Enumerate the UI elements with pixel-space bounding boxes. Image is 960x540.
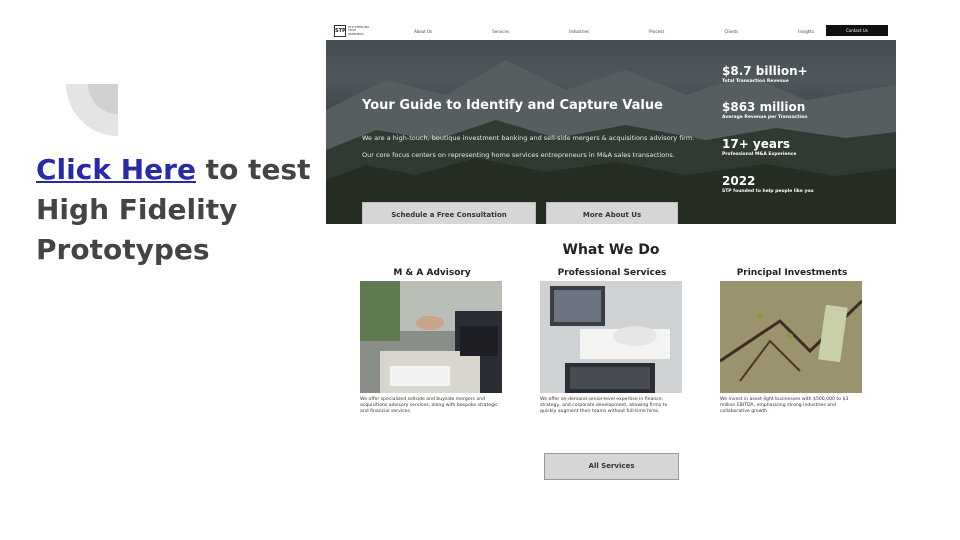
click-here-link[interactable]: Click Here [36,153,196,186]
stat-label: Total Transaction Revenue [722,79,789,84]
decorative-shape [66,84,118,136]
stat-average: $863 million Average Revenue per Transac… [722,100,807,120]
card-description: We offer on-demand senior-level expertis… [540,397,668,414]
nav-item-clients[interactable]: Clients [724,29,738,34]
logo-text: STP STERLING TRUE PARTNERS [348,24,370,36]
card-principal-investments[interactable]: Principal Investments We invest in asset… [720,268,864,415]
nav-item-services[interactable]: Services [492,29,509,34]
stat-label: Professional M&A Experience [722,152,797,157]
hero-section: Your Guide to Identify and Capture Value… [326,40,896,224]
stat-value: 2022 [722,174,756,188]
card-title: Professional Services [557,268,667,278]
what-we-do-title: What We Do [562,242,660,258]
contact-us-button[interactable]: Contact Us [826,25,888,36]
card-description: We offer specialized sellside and buysid… [360,397,498,414]
money-tree-image [720,281,862,393]
stat-value: $863 million [722,100,806,114]
laptop-work-image [540,281,682,393]
nav-item-about[interactable]: About Us [414,29,432,34]
site-navbar: STP STP STERLING TRUE PARTNERS About Us … [326,22,896,40]
nav-item-process[interactable]: Process [649,29,664,34]
hero-paragraph-1: We are a high-touch, boutique investment… [362,134,695,142]
hero-title: Your Guide to Identify and Capture Value [362,98,663,113]
hero-paragraph-2: Our core focus centers on representing h… [362,151,675,159]
all-services-button[interactable]: All Services [544,453,679,480]
card-ma-advisory[interactable]: M & A Advisory We offer specialized sell… [360,268,504,415]
more-about-us-button[interactable]: More About Us [546,202,678,224]
nav-item-industries[interactable]: Industries [569,29,589,34]
logo-mark-icon: STP [334,25,346,37]
stat-label: STP founded to help people like you [722,189,814,194]
site-logo[interactable]: STP STP STERLING TRUE PARTNERS [334,25,370,37]
card-description: We invest in asset-light businesses with… [720,397,849,414]
slide-heading: Click Here to test High Fidelity Prototy… [36,150,336,270]
card-title: M & A Advisory [393,268,471,278]
handshake-image [360,281,502,393]
stat-experience: 17+ years Professional M&A Experience [722,137,796,157]
stat-value: 17+ years [722,137,791,151]
nav-item-insights[interactable]: Insights [798,29,814,34]
stat-revenue: $8.7 billion+ Total Transaction Revenue [722,64,808,84]
stat-label: Average Revenue per Transaction [722,115,808,120]
stat-founded: 2022 STP founded to help people like you [722,174,814,194]
website-mockup: STP STP STERLING TRUE PARTNERS About Us … [326,22,896,482]
card-professional-services[interactable]: Professional Services We offer on-demand… [540,268,684,415]
schedule-consultation-button[interactable]: Schedule a Free Consultation [362,202,536,224]
nav-menu: About Us Services Industries Process Cli… [414,22,814,40]
card-title: Principal Investments [736,268,848,278]
stat-value: $8.7 billion+ [722,64,808,78]
